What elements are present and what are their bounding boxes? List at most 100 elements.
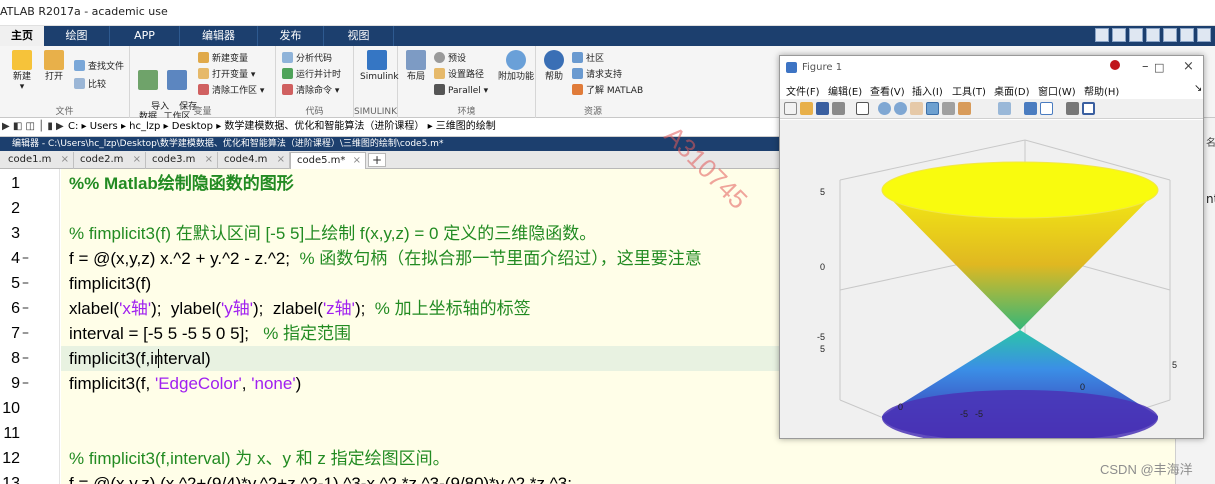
zoom-in-icon[interactable] [878, 102, 891, 115]
close-icon[interactable]: × [133, 152, 141, 168]
code-line[interactable]: interval = [-5 5 -5 5 0 5]; % 指定范围 [69, 321, 351, 346]
new-button[interactable]: 新建 ▾ [8, 50, 36, 92]
code-line[interactable]: xlabel('x轴'); ylabel('y轴'); zlabel('z轴')… [69, 296, 531, 321]
paste-icon[interactable] [1146, 28, 1160, 42]
cut-icon[interactable] [1112, 28, 1126, 42]
plot-canvas[interactable]: 5 0 -5 5 0 -5 -5 0 5 [780, 120, 1203, 438]
data-cursor-icon[interactable] [942, 102, 955, 115]
minimize-button[interactable]: – [1142, 59, 1149, 74]
preferences-button[interactable]: 预设 [434, 52, 466, 66]
maximize-button[interactable]: □ [1154, 61, 1164, 74]
brush-icon[interactable] [958, 102, 971, 115]
breakpoint-marker[interactable]: – [22, 271, 29, 296]
menu-file[interactable]: 文件(F) [786, 83, 820, 98]
show-plot-tools-icon[interactable] [1082, 102, 1095, 115]
rotate-3d-icon[interactable] [926, 102, 939, 115]
menu-tools[interactable]: 工具(T) [952, 83, 986, 98]
menu-help[interactable]: 帮助(H) [1084, 83, 1119, 98]
breakpoint-marker[interactable]: – [22, 321, 29, 346]
figure-title-bar[interactable]: Figure 1 – □ × [780, 56, 1203, 81]
menu-dock-arrow[interactable]: ↘ [1194, 83, 1202, 94]
figure-plot-area[interactable]: 5 0 -5 5 0 -5 -5 0 5 [780, 120, 1203, 438]
close-icon[interactable]: × [205, 152, 213, 168]
zoom-out-icon[interactable] [894, 102, 907, 115]
tab-apps[interactable]: APP [110, 26, 180, 46]
save-icon[interactable] [1095, 28, 1109, 42]
set-path-button[interactable]: 设置路径 [434, 68, 484, 82]
crumb-desktop[interactable]: Desktop [172, 121, 213, 132]
crumb-user[interactable]: hc_lzp [129, 121, 160, 132]
notification-icon[interactable] [1110, 60, 1120, 70]
add-tab-button[interactable]: + [368, 153, 386, 167]
clear-workspace-button[interactable]: 清除工作区 ▾ [198, 84, 264, 98]
close-icon[interactable]: × [61, 152, 69, 168]
file-tab[interactable]: code4.m × [218, 152, 290, 169]
redo-icon[interactable] [1180, 28, 1194, 42]
compare-button[interactable]: 比较 [74, 78, 106, 92]
code-line[interactable]: %% Matlab绘制隐函数的图形 [69, 171, 294, 196]
menu-view[interactable]: 查看(V) [870, 83, 905, 98]
file-tab-active[interactable]: code5.m* × [290, 152, 366, 169]
tab-home[interactable]: 主页 [0, 26, 44, 46]
copy-icon[interactable] [1129, 28, 1143, 42]
find-files-button[interactable]: 查找文件 [74, 60, 124, 74]
code-line[interactable]: % fimplicit3(f,interval) 为 x、y 和 z 指定绘图区… [69, 446, 450, 471]
help-button[interactable]: 帮助 [540, 50, 568, 82]
colorbar-icon[interactable] [1024, 102, 1037, 115]
menu-edit[interactable]: 编辑(E) [828, 83, 862, 98]
pointer-icon[interactable] [856, 102, 869, 115]
code-line[interactable]: fimplicit3(f,interval) [69, 346, 211, 371]
folder-nav-buttons[interactable]: ▶ ◧ ◫ │ ▮ ▶ [2, 118, 64, 136]
open-variable-button[interactable]: 打开变量 ▾ [198, 68, 255, 82]
tab-plots[interactable]: 绘图 [44, 26, 110, 46]
breadcrumb[interactable]: C: ▸ Users ▸ hc_lzp ▸ Desktop ▸ 数学建模数据、优… [68, 118, 496, 136]
crumb-drive[interactable]: C: [68, 121, 78, 132]
file-tab[interactable]: code1.m × [2, 152, 74, 169]
tab-publish[interactable]: 发布 [258, 26, 324, 46]
addons-button[interactable]: 附加功能 [498, 50, 534, 82]
link-plot-icon[interactable] [998, 102, 1011, 115]
open-button[interactable]: 打开 [40, 50, 68, 82]
code-line[interactable]: fimplicit3(f) [69, 271, 151, 296]
code-line[interactable]: fimplicit3(f, 'EdgeColor', 'none') [69, 371, 301, 396]
request-support-button[interactable]: 请求支持 [572, 68, 622, 82]
figure-window[interactable]: Figure 1 – □ × 文件(F) 编辑(E) 查看(V) 插入(I) 工… [779, 55, 1204, 439]
breakpoint-marker[interactable]: – [22, 296, 29, 321]
close-button[interactable]: × [1183, 59, 1194, 74]
legend-icon[interactable] [1040, 102, 1053, 115]
learn-matlab-button[interactable]: 了解 MATLAB [572, 84, 643, 98]
close-icon[interactable]: × [353, 153, 361, 169]
crumb-users[interactable]: Users [90, 121, 118, 132]
menu-desktop[interactable]: 桌面(D) [994, 83, 1030, 98]
run-and-time-button[interactable]: 运行并计时 [282, 68, 341, 82]
menu-insert[interactable]: 插入(I) [912, 83, 943, 98]
crumb-folder[interactable]: 三维图的绘制 [436, 121, 496, 132]
pan-icon[interactable] [910, 102, 923, 115]
tab-view[interactable]: 视图 [324, 26, 394, 46]
print-icon[interactable] [832, 102, 845, 115]
switch-windows-icon[interactable] [1197, 28, 1211, 42]
clear-commands-button[interactable]: 清除命令 ▾ [282, 84, 339, 98]
close-icon[interactable]: × [277, 152, 285, 168]
tab-editor[interactable]: 编辑器 [180, 26, 258, 46]
breakpoint-marker[interactable]: – [22, 371, 29, 396]
hide-plot-tools-icon[interactable] [1066, 102, 1079, 115]
breakpoint-marker[interactable]: – [22, 246, 29, 271]
code-line[interactable]: % fimplicit3(f) 在默认区间 [-5 5]上绘制 f(x,y,z)… [69, 221, 596, 246]
file-tab[interactable]: code2.m × [74, 152, 146, 169]
open-file-icon[interactable] [800, 102, 813, 115]
new-variable-button[interactable]: 新建变量 [198, 52, 248, 66]
code-line[interactable]: f = @(x,y,z) (x.^2+(9/4)*y.^2+z.^2-1).^3… [69, 471, 572, 484]
community-button[interactable]: 社区 [572, 52, 604, 66]
save-icon[interactable] [816, 102, 829, 115]
parallel-button[interactable]: Parallel ▾ [434, 84, 488, 98]
code-line[interactable]: f = @(x,y,z) x.^2 + y.^2 - z.^2; % 函数句柄（… [69, 246, 702, 271]
menu-window[interactable]: 窗口(W) [1038, 83, 1076, 98]
new-figure-icon[interactable] [784, 102, 797, 115]
file-tab[interactable]: code3.m × [146, 152, 218, 169]
simulink-button[interactable]: Simulink [360, 50, 399, 82]
layout-button[interactable]: 布局 [402, 50, 430, 82]
undo-icon[interactable] [1163, 28, 1177, 42]
analyze-code-button[interactable]: 分析代码 [282, 52, 332, 66]
breakpoint-marker[interactable]: – [22, 346, 29, 371]
